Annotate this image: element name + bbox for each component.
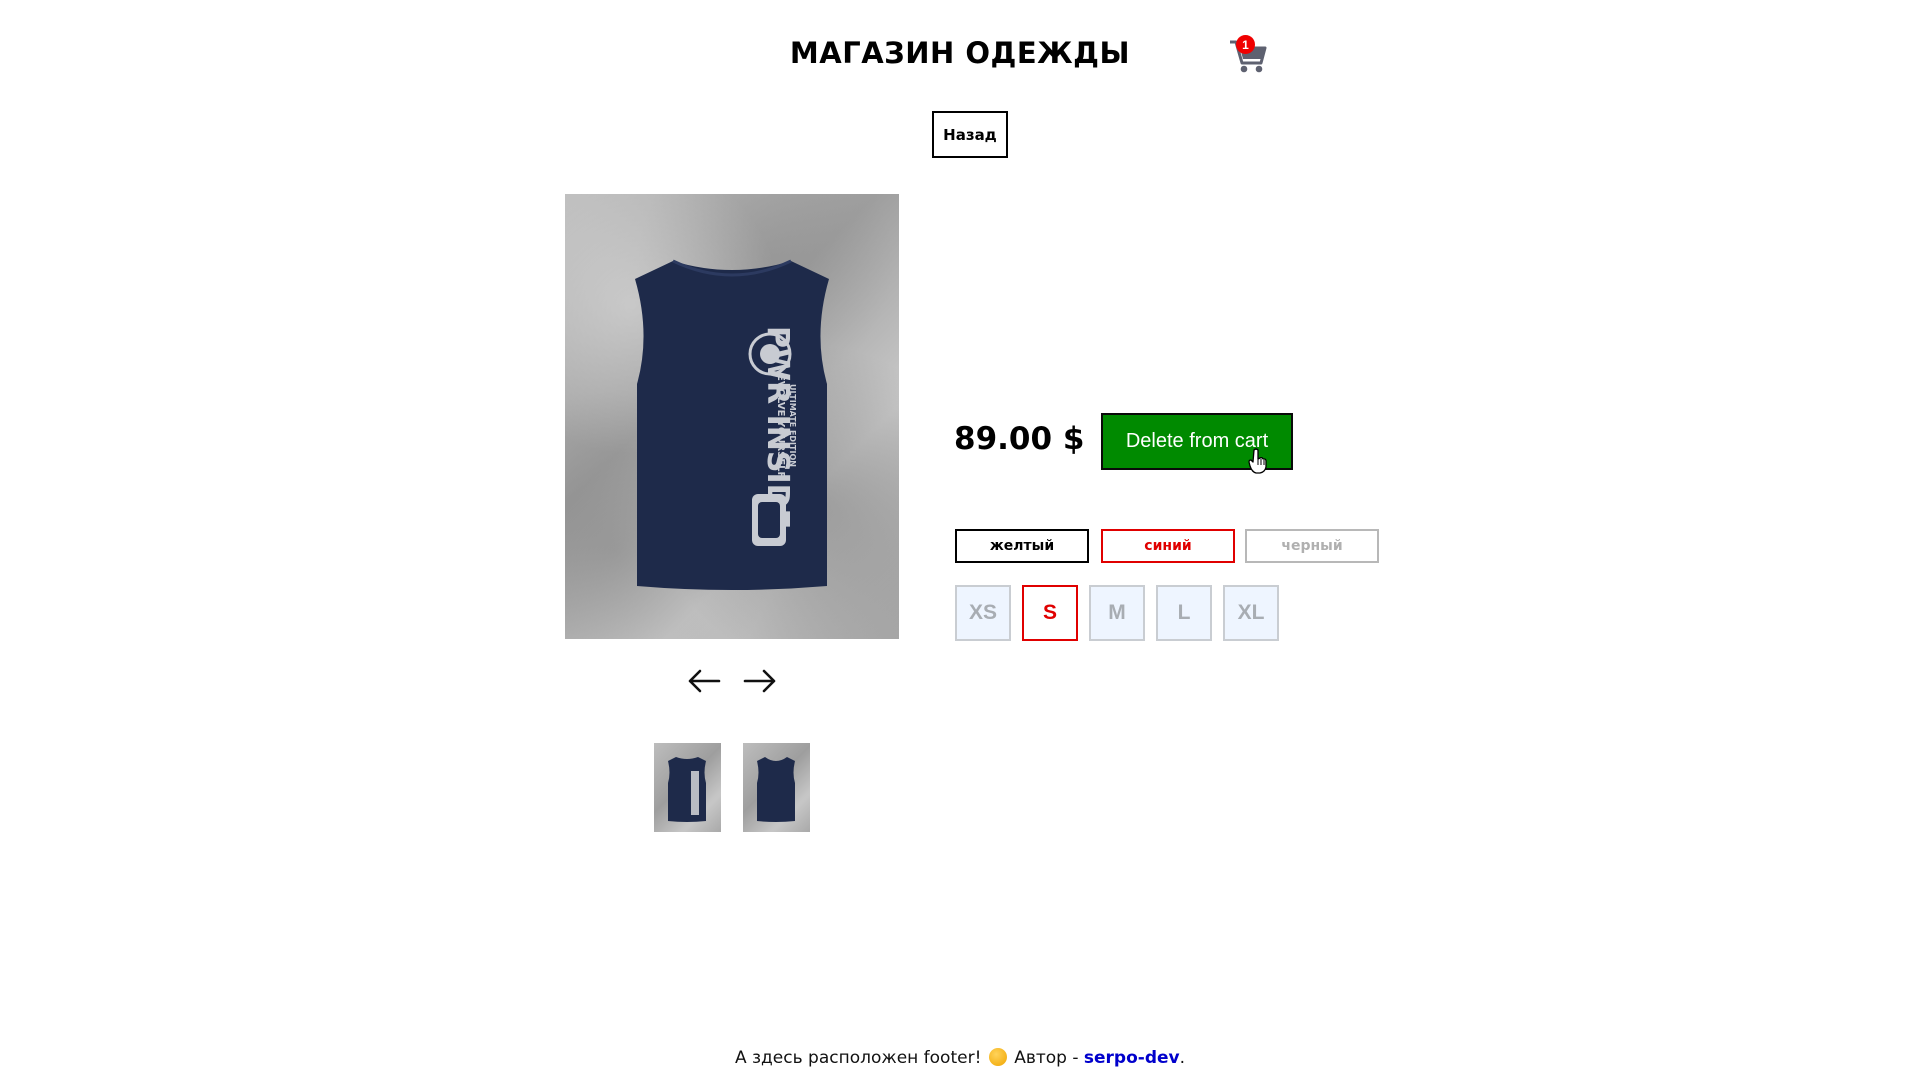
product-main-image: PWR INSIDE EVOLVE YOURSELF ULTIMATE EDIT… — [565, 194, 899, 639]
hand-pointer-icon — [1248, 448, 1268, 479]
color-option-yellow[interactable]: желтый — [955, 529, 1089, 563]
cart-count-badge: 1 — [1236, 35, 1255, 54]
footer: А здесь расположен footer! Автор - serpo… — [0, 1048, 1920, 1068]
color-option-blue[interactable]: синий — [1101, 529, 1235, 563]
product-thumbnail-2[interactable] — [743, 743, 810, 832]
size-option-xs[interactable]: XS — [955, 585, 1011, 641]
back-button[interactable]: Назад — [932, 111, 1008, 158]
shirt-print-secondary: EVOLVE YOURSELF — [775, 374, 786, 478]
footer-end: . — [1179, 1048, 1186, 1068]
smiling-face-icon — [988, 1048, 1007, 1066]
product-thumbnail-1[interactable] — [654, 743, 721, 832]
product-price: 89.00 $ — [954, 421, 1085, 457]
shirt-print-edition: ULTIMATE EDITION — [788, 384, 797, 467]
arrow-right-icon — [743, 669, 776, 693]
previous-image-button[interactable] — [686, 664, 722, 698]
size-option-xl[interactable]: XL — [1223, 585, 1279, 641]
arrow-left-icon — [688, 669, 721, 693]
footer-text: А здесь расположен footer! — [734, 1048, 982, 1068]
color-option-black[interactable]: черный — [1245, 529, 1379, 563]
next-image-button[interactable] — [742, 664, 778, 698]
footer-author-label: Автор - — [1014, 1048, 1079, 1068]
size-option-l[interactable]: L — [1156, 585, 1212, 641]
author-link[interactable]: serpo-dev — [1084, 1048, 1180, 1068]
page-title: МАГАЗИН ОДЕЖДЫ — [789, 36, 1131, 70]
size-option-s[interactable]: S — [1022, 585, 1078, 641]
size-option-m[interactable]: M — [1089, 585, 1145, 641]
